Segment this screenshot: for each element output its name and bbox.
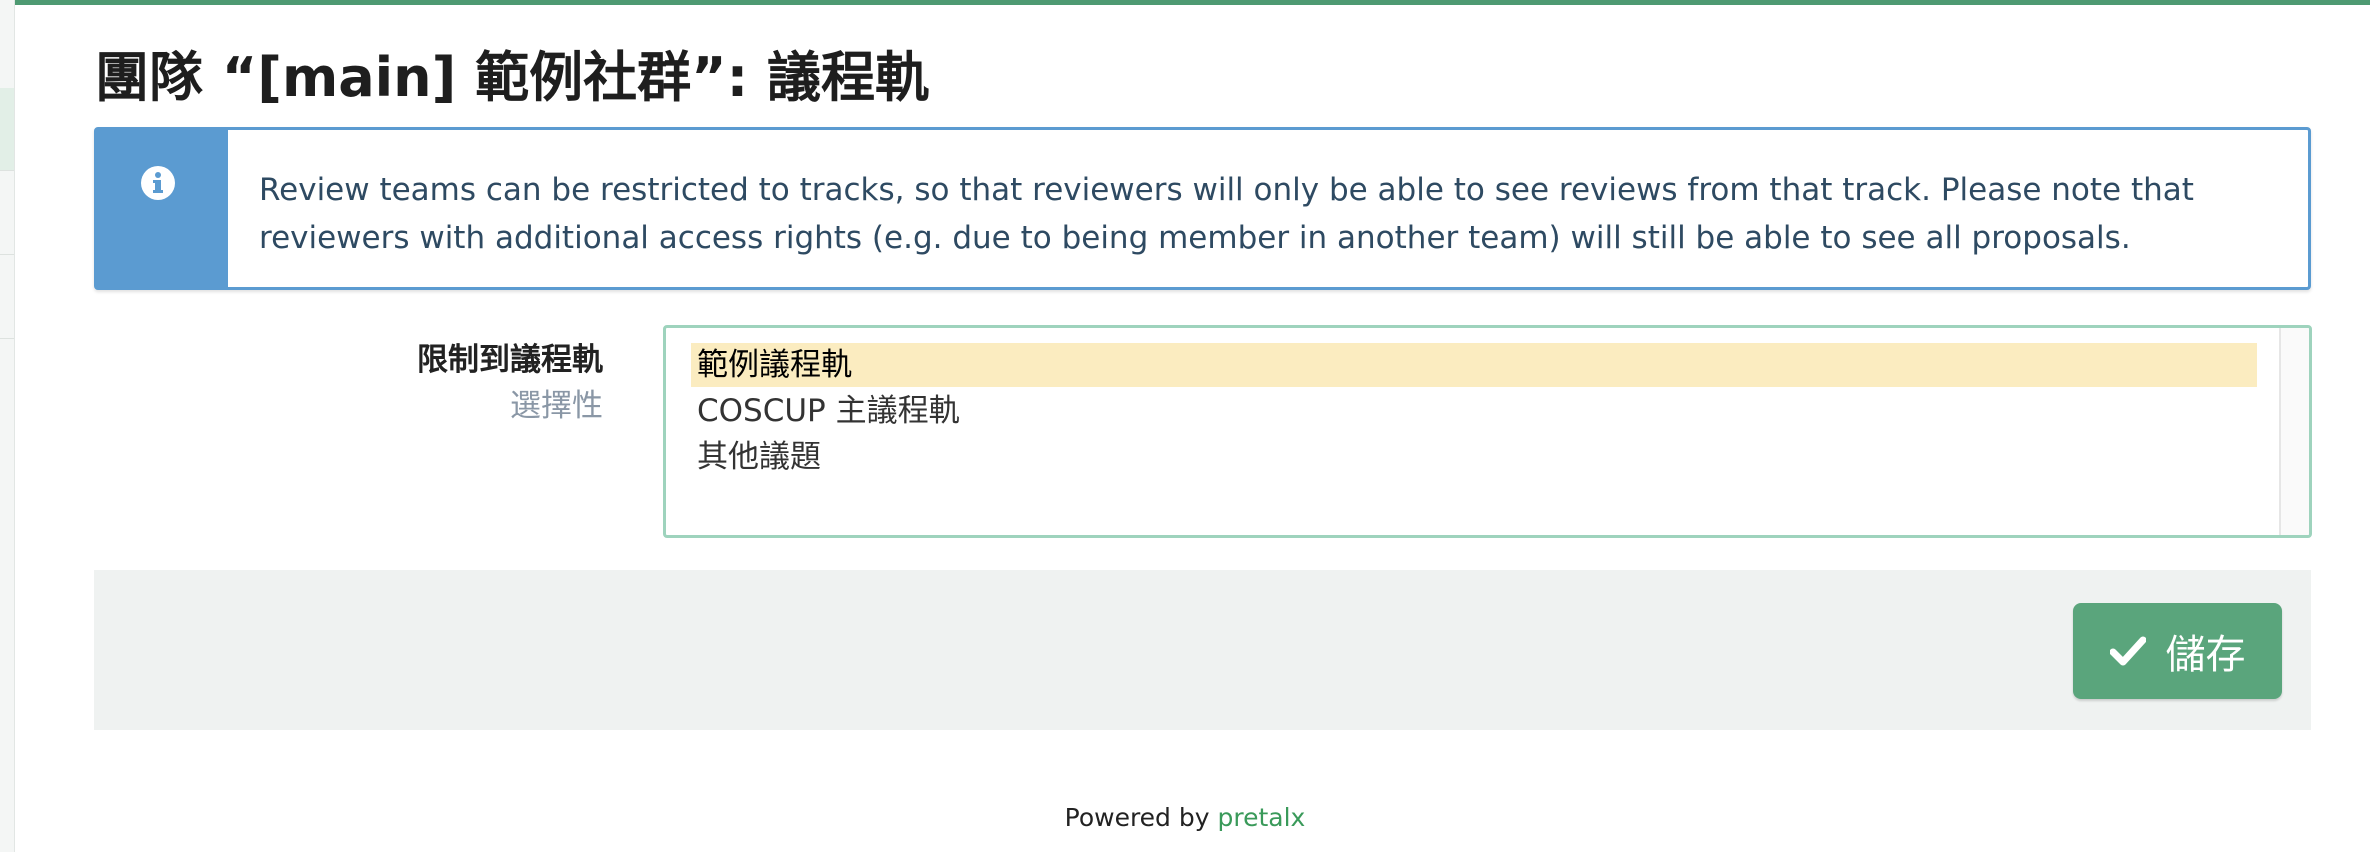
- track-option[interactable]: 範例議程軌: [691, 343, 2257, 387]
- sidebar-item[interactable]: [0, 256, 14, 339]
- sidebar-rail: [0, 0, 15, 852]
- footer: Powered by pretalx: [0, 800, 2370, 836]
- info-alert-text: Review teams can be restricted to tracks…: [259, 172, 2194, 256]
- track-option[interactable]: COSCUP 主議程軌: [691, 389, 2257, 433]
- top-accent-bar: [0, 0, 2370, 5]
- form-actions-bar: [94, 570, 2311, 730]
- powered-by-text: Powered by: [1064, 803, 1210, 832]
- pretalx-link[interactable]: pretalx: [1218, 803, 1306, 832]
- track-restriction-label: 限制到議程軌: [417, 342, 603, 378]
- optional-hint: 選擇性: [510, 388, 603, 424]
- page-title: 團隊 “[main] 範例社群”: 議程軌: [95, 46, 929, 109]
- save-button-label: 儲存: [2165, 632, 2246, 678]
- info-alert-icon-panel: [97, 130, 228, 287]
- track-option[interactable]: 其他議題: [691, 435, 2257, 479]
- track-multiselect[interactable]: 範例議程軌 COSCUP 主議程軌 其他議題: [663, 325, 2312, 538]
- sidebar-item-active[interactable]: [0, 88, 14, 171]
- save-button[interactable]: 儲存: [2073, 603, 2282, 699]
- info-circle-icon: [141, 166, 175, 200]
- sidebar-item[interactable]: [0, 172, 14, 255]
- info-alert: Review teams can be restricted to tracks…: [94, 127, 2311, 290]
- check-icon: [2109, 636, 2146, 666]
- select-scrollbar[interactable]: [2279, 328, 2309, 535]
